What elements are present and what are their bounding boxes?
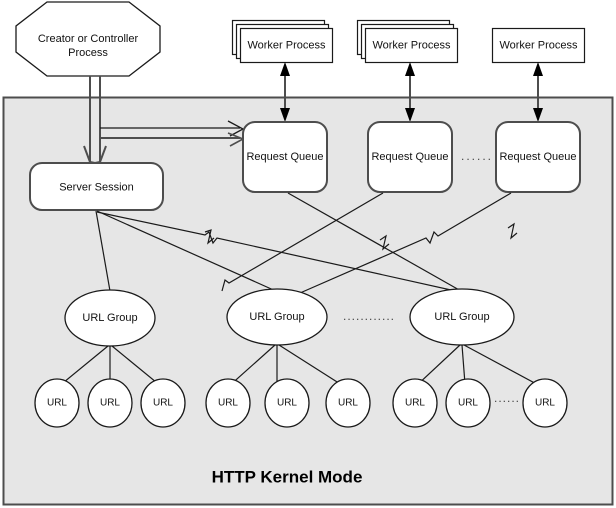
request-queue-ellipsis: ......: [461, 149, 493, 163]
url-node-2-label: URL: [100, 398, 120, 409]
url-node-1-label: URL: [47, 398, 67, 409]
worker-process-3-label: Worker Process: [499, 39, 578, 51]
server-session-label: Server Session: [59, 181, 134, 193]
worker-process-2-label: Worker Process: [372, 39, 451, 51]
url-group-2-label: URL Group: [249, 311, 304, 323]
url-node-5-label: URL: [277, 398, 297, 409]
diagram-canvas: Creator or Controller Process Server Ses…: [0, 0, 616, 508]
url-node-6-label: URL: [338, 398, 358, 409]
url-node-8-label: URL: [458, 398, 478, 409]
worker-process-1-label: Worker Process: [247, 39, 326, 51]
url-ellipsis: ......: [494, 391, 520, 405]
creator-controller-label-line1: Creator or Controller: [38, 33, 139, 45]
url-node-4-label: URL: [218, 398, 238, 409]
creator-controller-label-line2: Process: [68, 47, 108, 59]
url-group-1-label: URL Group: [82, 312, 137, 324]
url-node-7-label: URL: [405, 398, 425, 409]
request-queue-1-label: Request Queue: [246, 151, 323, 163]
request-queue-3-label: Request Queue: [499, 151, 576, 163]
worker-process-3-node[interactable]: Worker Process: [491, 27, 586, 64]
url-group-ellipsis: ............: [343, 309, 395, 323]
worker-process-2-node[interactable]: Worker Process: [356, 19, 459, 64]
worker-process-1-node[interactable]: Worker Process: [231, 19, 334, 64]
request-queue-2-label: Request Queue: [371, 151, 448, 163]
http-kernel-architecture-diagram: Creator or Controller Process Server Ses…: [2, 1, 614, 506]
kernel-mode-title: HTTP Kernel Mode: [212, 467, 363, 486]
url-node-3-label: URL: [153, 398, 173, 409]
url-node-9-label: URL: [535, 398, 555, 409]
url-group-3-label: URL Group: [434, 311, 489, 323]
